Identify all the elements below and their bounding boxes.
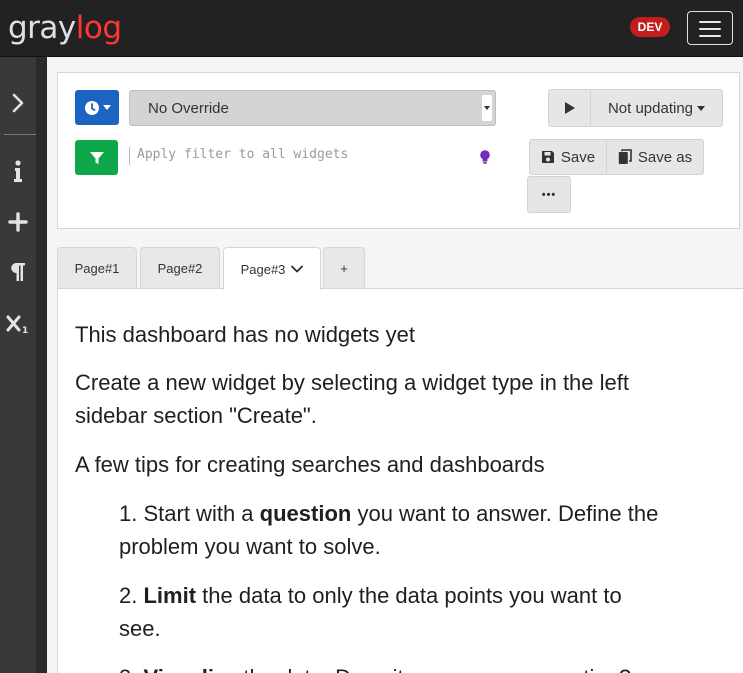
text-caret: [129, 147, 130, 165]
copy-icon: [618, 149, 632, 164]
sidebar-item-description[interactable]: [0, 153, 36, 189]
tip-item-1: 1. Start with a question you want to ans…: [119, 497, 729, 530]
tip-item-2-line2: see.: [119, 616, 161, 641]
empty-heading: This dashboard has no widgets yet: [75, 322, 415, 347]
graylog-logo[interactable]: graylog: [8, 10, 122, 46]
tip-text-before: Start with a: [143, 501, 254, 526]
time-range-select[interactable]: No Override: [129, 90, 496, 126]
tip-item-3: 3. Visualize the data. Does it answer yo…: [119, 661, 729, 673]
time-range-type-button[interactable]: [75, 90, 119, 125]
sidebar-divider: [4, 134, 36, 135]
sidebar-strip: [36, 57, 47, 673]
save-as-label: Save as: [637, 148, 693, 166]
floppy-disk-icon: [541, 151, 554, 163]
select-arrow-icon: [482, 95, 492, 121]
tab-label: Page#1: [74, 261, 120, 276]
info-icon: [14, 160, 22, 182]
tab-label: Page#2: [157, 261, 203, 276]
sidebar-item-create[interactable]: [0, 204, 36, 240]
tab-label: Page#3: [240, 261, 286, 277]
tip-number: 2.: [119, 583, 138, 608]
tips-title: A few tips for creating searches and das…: [75, 452, 545, 477]
hamburger-icon: [699, 21, 721, 23]
add-tab-button[interactable]: +: [323, 247, 365, 289]
tip-keyword: Limit: [143, 583, 197, 608]
clock-icon: [84, 100, 99, 115]
caret-down-icon: [697, 105, 706, 111]
intro-line-2: sidebar section "Create".: [75, 403, 317, 428]
logo-text-gray: gray: [8, 10, 76, 46]
chevron-down-icon[interactable]: [291, 265, 304, 273]
menu-toggle-button[interactable]: [687, 11, 733, 45]
tip-text-after: the data. Does it answer your question?: [243, 665, 631, 673]
dashboard-content: This dashboard has no widgets yet Create…: [57, 289, 743, 673]
chevron-right-icon: [12, 93, 24, 113]
filter-placeholder: Apply filter to all widgets: [137, 147, 349, 162]
save-as-button[interactable]: Save as: [606, 139, 704, 175]
intro-line-1: Create a new widget by selecting a widge…: [75, 370, 629, 395]
top-navbar: graylog DEV: [0, 0, 743, 57]
tab-page-1[interactable]: Page#1: [57, 247, 137, 289]
play-icon: [564, 102, 575, 114]
tip-number: 1.: [119, 501, 138, 526]
tab-page-3[interactable]: Page#3: [223, 247, 321, 290]
save-button[interactable]: Save: [529, 139, 607, 175]
lightbulb-icon: [480, 150, 490, 164]
svg-text:1: 1: [22, 326, 28, 334]
tip-item-1-line2: problem you want to solve.: [119, 534, 381, 559]
save-label: Save: [560, 148, 596, 166]
tip-item-2: 2. Limit the data to only the data point…: [119, 579, 729, 612]
tip-keyword: Visualize: [143, 665, 237, 673]
filter-execute-button[interactable]: [75, 140, 118, 175]
filter-input[interactable]: Apply filter to all widgets: [129, 144, 509, 170]
tip-text-after: you want to answer. Define the: [357, 501, 659, 526]
ellipsis-icon: •••: [541, 188, 557, 201]
tab-label: +: [340, 261, 348, 276]
more-actions-button[interactable]: •••: [527, 176, 571, 213]
hamburger-icon-bar: [699, 35, 721, 37]
sidebar-item-highlighting[interactable]: 1: [0, 306, 36, 342]
logo-text-log: log: [75, 10, 122, 46]
filter-icon: [89, 151, 104, 164]
sidebar-item-formatting[interactable]: [0, 254, 36, 290]
tip-number: 3.: [119, 665, 137, 673]
subscript-icon: 1: [6, 315, 28, 334]
hamburger-icon-bar: [699, 28, 721, 30]
caret-down-icon: [102, 105, 111, 110]
tip-text-after: the data to only the data points you wan…: [202, 583, 622, 608]
paragraph-icon: [11, 263, 25, 281]
dev-badge: DEV: [630, 17, 670, 37]
refresh-interval-label: Not updating: [607, 99, 694, 117]
tab-page-2[interactable]: Page#2: [140, 247, 220, 289]
time-range-value: No Override: [148, 100, 229, 117]
refresh-play-button[interactable]: [548, 89, 591, 127]
sidebar-expand-button[interactable]: [0, 85, 36, 121]
plus-icon: [8, 212, 28, 232]
tip-keyword: question: [259, 501, 352, 526]
query-help-button[interactable]: [479, 149, 491, 170]
refresh-interval-dropdown[interactable]: Not updating: [590, 89, 723, 127]
